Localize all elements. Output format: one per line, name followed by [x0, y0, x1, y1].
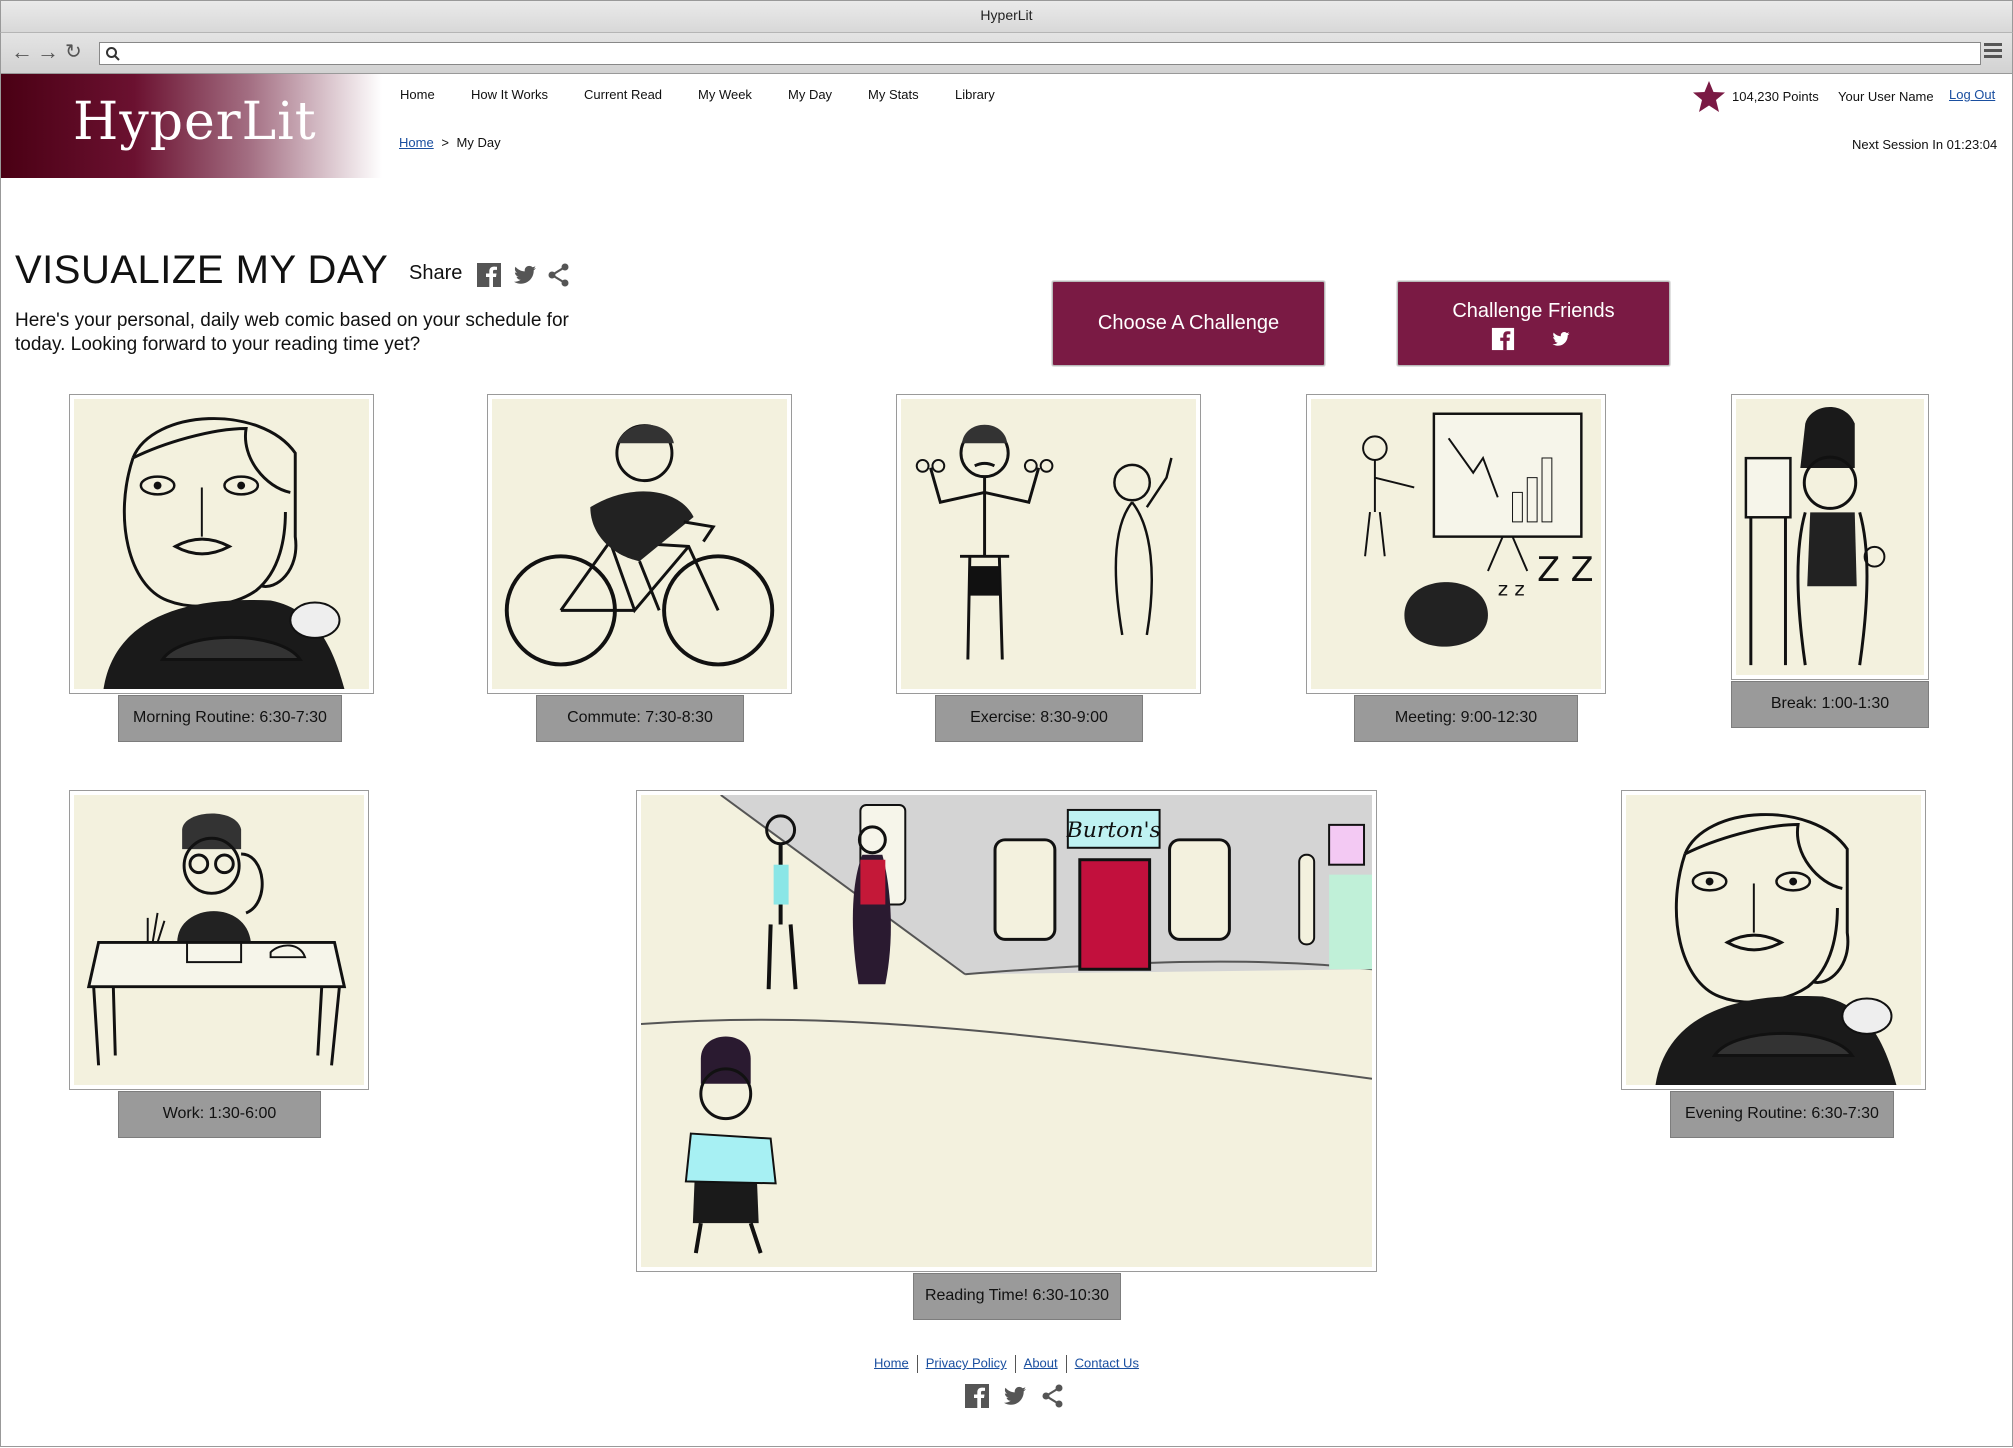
evening-routine-drawing [1626, 795, 1921, 1085]
nav-my-week[interactable]: My Week [698, 87, 752, 102]
next-session-timer: Next Session In 01:23:04 [1852, 137, 1998, 152]
panel-caption-evening-routine: Evening Routine: 6:30-7:30 [1670, 1091, 1894, 1138]
nav-current-read[interactable]: Current Read [584, 87, 662, 102]
comic-panel-exercise[interactable] [896, 394, 1201, 694]
logo[interactable]: HyperLit [1, 74, 382, 178]
comic-panel-work[interactable] [69, 790, 369, 1090]
reading-time-drawing: Burton's [641, 795, 1372, 1267]
nav-how-it-works[interactable]: How It Works [471, 87, 548, 102]
window-title: HyperLit [980, 7, 1033, 23]
share-icon[interactable] [546, 262, 572, 288]
comic-panel-meeting[interactable]: z z Z Z [1306, 394, 1606, 694]
footer-link-about[interactable]: About [1024, 1355, 1058, 1370]
reload-icon[interactable]: ↻ [65, 39, 82, 65]
footer-link-home[interactable]: Home [874, 1355, 909, 1370]
comic-panel-break[interactable] [1731, 394, 1929, 680]
breadcrumb: Home > My Day [399, 135, 501, 150]
breadcrumb-home[interactable]: Home [399, 135, 434, 150]
svg-text:z z: z z [1498, 578, 1525, 601]
comic-panel-commute[interactable] [487, 394, 792, 694]
nav-home[interactable]: Home [400, 87, 435, 102]
morning-routine-drawing [74, 399, 369, 689]
twitter-icon[interactable] [1002, 1383, 1028, 1409]
panel-caption-work: Work: 1:30-6:00 [118, 1091, 321, 1138]
logo-text: HyperLit [73, 92, 317, 152]
twitter-icon[interactable] [512, 262, 538, 288]
facebook-icon[interactable] [476, 262, 502, 288]
exercise-drawing [901, 399, 1196, 689]
menu-icon[interactable] [1984, 43, 2002, 59]
breadcrumb-current: My Day [456, 135, 501, 150]
commute-drawing [492, 399, 787, 689]
intro-text: Here's your personal, daily web comic ba… [15, 310, 569, 355]
nav-library[interactable]: Library [955, 87, 995, 102]
facebook-icon[interactable] [964, 1383, 990, 1409]
comic-panel-evening-routine[interactable] [1621, 790, 1926, 1090]
comic-panel-morning-routine[interactable] [69, 394, 374, 694]
points-count: 104,230 Points [1732, 89, 1819, 104]
page-title: VISUALIZE MY DAY [15, 248, 389, 292]
window-titlebar: HyperLit [0, 0, 2013, 32]
breadcrumb-separator: > [441, 135, 449, 150]
footer-separator [916, 1355, 918, 1373]
search-icon [106, 47, 120, 61]
panel-caption-break: Break: 1:00-1:30 [1731, 681, 1929, 728]
challenge-friends-button[interactable]: Challenge Friends [1397, 281, 1670, 366]
panel-caption-morning-routine: Morning Routine: 6:30-7:30 [118, 695, 342, 742]
svg-text:Z Z: Z Z [1537, 550, 1593, 589]
panel-caption-reading-time: Reading Time! 6:30-10:30 [913, 1273, 1121, 1320]
comic-panel-reading-time[interactable]: Burton's [636, 790, 1377, 1272]
share-label: Share [409, 262, 463, 284]
address-bar[interactable] [99, 42, 1981, 65]
star-icon [1693, 81, 1725, 112]
choose-challenge-button[interactable]: Choose A Challenge [1052, 281, 1325, 366]
nav-my-day[interactable]: My Day [788, 87, 832, 102]
footer-separator [1065, 1355, 1067, 1373]
footer-separator [1014, 1355, 1016, 1373]
nav-my-stats[interactable]: My Stats [868, 87, 919, 102]
break-drawing [1736, 399, 1924, 675]
panel-caption-exercise: Exercise: 8:30-9:00 [935, 695, 1143, 742]
meeting-drawing: z z Z Z [1311, 399, 1601, 689]
share-icon[interactable] [1040, 1383, 1066, 1409]
footer-link-contact-us[interactable]: Contact Us [1075, 1355, 1139, 1370]
facebook-icon[interactable] [1491, 327, 1515, 351]
work-drawing [74, 795, 364, 1085]
footer-links: Home Privacy Policy About Contact Us [0, 1355, 2013, 1373]
browser-toolbar: ← → ↻ [0, 32, 2013, 74]
twitter-icon[interactable] [1550, 329, 1572, 349]
shop-sign: Burton's [1066, 818, 1161, 843]
user-name[interactable]: Your User Name [1838, 89, 1934, 104]
back-arrow-icon[interactable]: ← [11, 39, 33, 65]
footer-link-privacy-policy[interactable]: Privacy Policy [926, 1355, 1007, 1370]
panel-caption-meeting: Meeting: 9:00-12:30 [1354, 695, 1578, 742]
forward-arrow-icon[interactable]: → [37, 39, 59, 65]
panel-caption-commute: Commute: 7:30-8:30 [536, 695, 744, 742]
challenge-friends-label: Challenge Friends [1452, 300, 1615, 322]
logout-link[interactable]: Log Out [1949, 87, 1995, 102]
